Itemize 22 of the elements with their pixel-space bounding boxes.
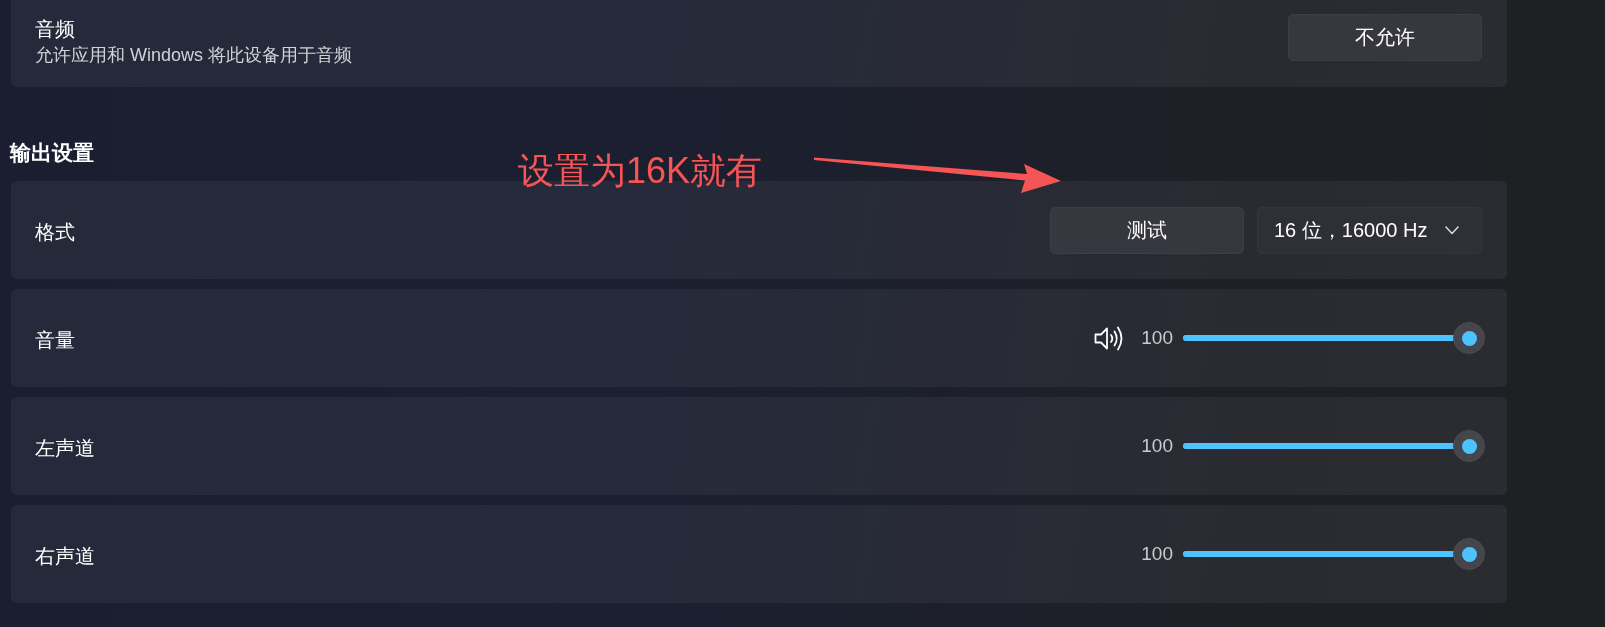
caret-icon [1445,225,1459,235]
volume-slider[interactable] [1183,538,1485,570]
setting-label: 格式 [35,220,75,245]
speaker-icon [1094,324,1124,352]
disallow-button[interactable]: 不允许 [1288,14,1482,61]
section-heading: 输出设置 [10,140,94,166]
test-button[interactable]: 测试 [1050,206,1244,254]
setting-label: 左声道 [35,436,95,461]
setting-label: 右声道 [35,544,95,569]
volume-slider[interactable] [1183,322,1485,354]
slider-thumb[interactable] [1453,430,1485,462]
annotation-text: 设置为16K就有 [518,150,763,192]
setting-label: 音量 [35,328,75,353]
slider-thumb[interactable] [1453,538,1485,570]
channel-value: 100 [1141,542,1173,566]
volume-slider[interactable] [1183,430,1485,462]
setting-description: 允许应用和 Windows 将此设备用于音频 [35,44,353,67]
format-dropdown[interactable]: 16 位，16000 Hz [1257,206,1482,254]
setting-title: 音频 [35,17,75,42]
slider-thumb[interactable] [1453,322,1485,354]
channel-value: 100 [1141,434,1173,458]
volume-value: 100 [1141,326,1173,350]
